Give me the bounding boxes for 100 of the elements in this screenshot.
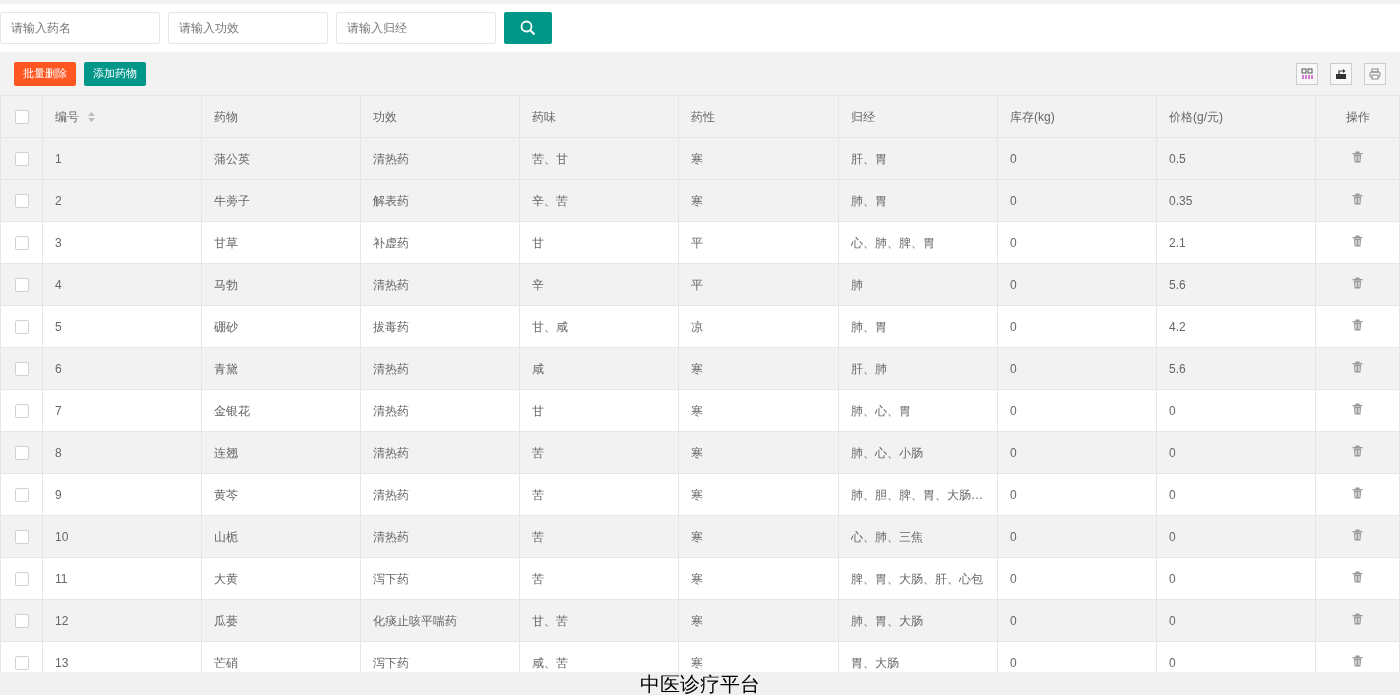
- table-cell: 咸: [519, 347, 679, 390]
- table-cell: 0: [997, 305, 1157, 348]
- table-cell: 寒: [678, 473, 839, 516]
- table-cell: 解表药: [360, 179, 520, 222]
- table-cell: 拔毒药: [360, 305, 520, 348]
- table-cell: 2.1: [1156, 221, 1316, 264]
- table-cell: 辛、苦: [519, 179, 679, 222]
- checkbox[interactable]: [14, 614, 29, 629]
- checkbox[interactable]: [14, 236, 29, 251]
- table-cell: 苦: [519, 473, 679, 516]
- table-cell: 肺、胃: [838, 305, 998, 348]
- table-cell: 牛蒡子: [201, 179, 361, 222]
- table-cell: 0.35: [1156, 179, 1316, 222]
- table-cell: 苦、甘: [519, 137, 679, 180]
- print-button[interactable]: [1364, 62, 1386, 85]
- table-cell: 0: [1156, 599, 1316, 642]
- checkbox[interactable]: [14, 404, 29, 419]
- search-field[interactable]: 请输入归经: [336, 12, 496, 44]
- table-cell: 清热药: [360, 137, 520, 180]
- table-cell: 0: [997, 557, 1157, 600]
- table-cell: 寒: [678, 137, 839, 180]
- table-cell: 苦: [519, 515, 679, 558]
- table-cell: 9: [42, 473, 202, 516]
- table-cell: 0: [1156, 389, 1316, 432]
- table-cell: 清热药: [360, 263, 520, 306]
- checkbox[interactable]: [14, 656, 29, 671]
- column-header[interactable]: 编号: [55, 108, 79, 125]
- checkbox[interactable]: [14, 446, 29, 461]
- table-cell: 0: [997, 263, 1157, 306]
- table-cell: 黄芩: [201, 473, 361, 516]
- table-cell: 补虚药: [360, 221, 520, 264]
- table-cell: 4.2: [1156, 305, 1316, 348]
- table-cell: 青黛: [201, 347, 361, 390]
- table-cell: 硼砂: [201, 305, 361, 348]
- table-cell: 连翘: [201, 431, 361, 474]
- table-cell: 寒: [678, 179, 839, 222]
- trash-icon[interactable]: [1352, 192, 1363, 205]
- search-icon: [520, 20, 536, 36]
- table-cell: 4: [42, 263, 202, 306]
- checkbox[interactable]: [14, 320, 29, 335]
- table-cell: 清热药: [360, 515, 520, 558]
- table-cell: 化痰止咳平喘药: [360, 599, 520, 642]
- table-cell: 平: [678, 263, 839, 306]
- table-cell: 大黄: [201, 557, 361, 600]
- table-cell: 12: [42, 599, 202, 642]
- table-cell: 0: [997, 431, 1157, 474]
- table-cell: 清热药: [360, 347, 520, 390]
- trash-icon[interactable]: [1352, 444, 1363, 457]
- table-cell: 肝、胃: [838, 137, 998, 180]
- table-cell: 脾、胃、大肠、肝、心包: [838, 557, 998, 600]
- trash-icon[interactable]: [1352, 402, 1363, 415]
- delete-button[interactable]: 批量删除: [14, 61, 76, 86]
- table-cell: 甘、咸: [519, 305, 679, 348]
- export-button[interactable]: [1330, 62, 1352, 85]
- search-field[interactable]: 请输入药名: [0, 12, 160, 44]
- search-button[interactable]: [504, 12, 552, 44]
- table-cell: 0: [997, 473, 1157, 516]
- checkbox[interactable]: [14, 362, 29, 377]
- trash-icon[interactable]: [1352, 276, 1363, 289]
- table-cell: 清热药: [360, 473, 520, 516]
- checkbox[interactable]: [14, 110, 29, 125]
- table-cell: 平: [678, 221, 839, 264]
- table-cell: 2: [42, 179, 202, 222]
- columns-button[interactable]: [1296, 62, 1318, 85]
- checkbox[interactable]: [14, 194, 29, 209]
- table-cell: 甘: [519, 389, 679, 432]
- table-cell: 5.6: [1156, 347, 1316, 390]
- table-cell: 山栀: [201, 515, 361, 558]
- trash-icon[interactable]: [1352, 612, 1363, 625]
- table-cell: 寒: [678, 599, 839, 642]
- trash-icon[interactable]: [1352, 234, 1363, 247]
- table-cell: 0: [997, 599, 1157, 642]
- table-cell: 0: [1156, 431, 1316, 474]
- search-field[interactable]: 请输入功效: [168, 12, 328, 44]
- table-cell: 辛: [519, 263, 679, 306]
- grid-icon: [1301, 67, 1313, 80]
- table-cell: 6: [42, 347, 202, 390]
- trash-icon[interactable]: [1352, 528, 1363, 541]
- table-cell: 肝、肺: [838, 347, 998, 390]
- table-cell: 寒: [678, 347, 839, 390]
- table-cell: 心、肺、脾、胃: [838, 221, 998, 264]
- table-cell: 甘: [519, 221, 679, 264]
- table-cell: 肺、心、胃: [838, 389, 998, 432]
- trash-icon[interactable]: [1352, 360, 1363, 373]
- table-cell: 10: [42, 515, 202, 558]
- column-header: 药味: [519, 95, 679, 138]
- trash-icon[interactable]: [1352, 318, 1363, 331]
- trash-icon[interactable]: [1352, 486, 1363, 499]
- checkbox[interactable]: [14, 572, 29, 587]
- add-button[interactable]: 添加药物: [84, 61, 146, 86]
- table-cell: 心、肺、三焦: [838, 515, 998, 558]
- checkbox[interactable]: [14, 530, 29, 545]
- trash-icon[interactable]: [1352, 570, 1363, 583]
- table-cell: 1: [42, 137, 202, 180]
- checkbox[interactable]: [14, 152, 29, 167]
- table-cell: 0: [997, 221, 1157, 264]
- checkbox[interactable]: [14, 278, 29, 293]
- trash-icon[interactable]: [1352, 150, 1363, 163]
- trash-icon[interactable]: [1352, 654, 1363, 667]
- checkbox[interactable]: [14, 488, 29, 503]
